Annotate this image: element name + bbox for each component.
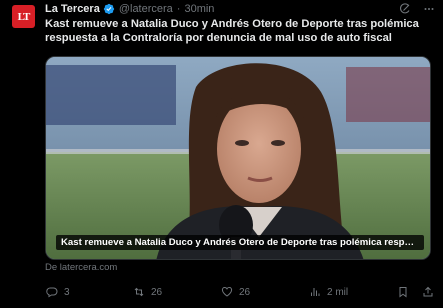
tweet-media[interactable]: Kast remueve a Natalia Duco y Andrés Ote… xyxy=(45,56,431,260)
bookmark-icon xyxy=(399,287,407,298)
media-caption: Kast remueve a Natalia Duco y Andrés Ote… xyxy=(56,235,424,250)
views-icon xyxy=(311,288,320,296)
link-source[interactable]: De latercera.com xyxy=(45,262,117,273)
share-button[interactable] xyxy=(422,284,434,300)
reply-button[interactable]: 3 xyxy=(46,284,70,300)
views-count: 2 mil xyxy=(327,286,349,298)
retweet-icon xyxy=(134,287,144,297)
verified-badge-icon xyxy=(103,3,114,15)
grok-icon[interactable] xyxy=(399,3,411,15)
reply-count: 3 xyxy=(64,286,70,298)
retweet-count: 26 xyxy=(151,286,163,298)
like-icon xyxy=(221,287,233,297)
timestamp[interactable]: 30min xyxy=(184,3,214,15)
separator: · xyxy=(176,3,181,15)
views-button[interactable]: 2 mil xyxy=(309,284,348,300)
more-icon[interactable] xyxy=(423,3,435,15)
author-name[interactable]: La Tercera xyxy=(45,3,100,15)
reply-icon xyxy=(46,287,58,298)
header-actions xyxy=(399,2,435,16)
like-count: 26 xyxy=(239,286,251,298)
tweet-card[interactable]: LT La Tercera @latercera · 30min Kast re… xyxy=(0,0,443,308)
tweet-header: La Tercera @latercera · 30min xyxy=(45,2,214,16)
avatar-text: LT xyxy=(17,10,31,23)
handle[interactable]: @latercera xyxy=(119,3,173,15)
avatar[interactable]: LT xyxy=(12,5,35,28)
like-button[interactable]: 26 xyxy=(221,284,250,300)
tweet-text: Kast remueve a Natalia Duco y Andrés Ote… xyxy=(45,18,419,44)
bookmark-button[interactable] xyxy=(397,284,409,300)
retweet-button[interactable]: 26 xyxy=(133,284,162,300)
media-photo xyxy=(46,57,430,259)
share-icon xyxy=(423,286,433,297)
action-bar: 3 26 26 2 mil xyxy=(45,284,437,300)
